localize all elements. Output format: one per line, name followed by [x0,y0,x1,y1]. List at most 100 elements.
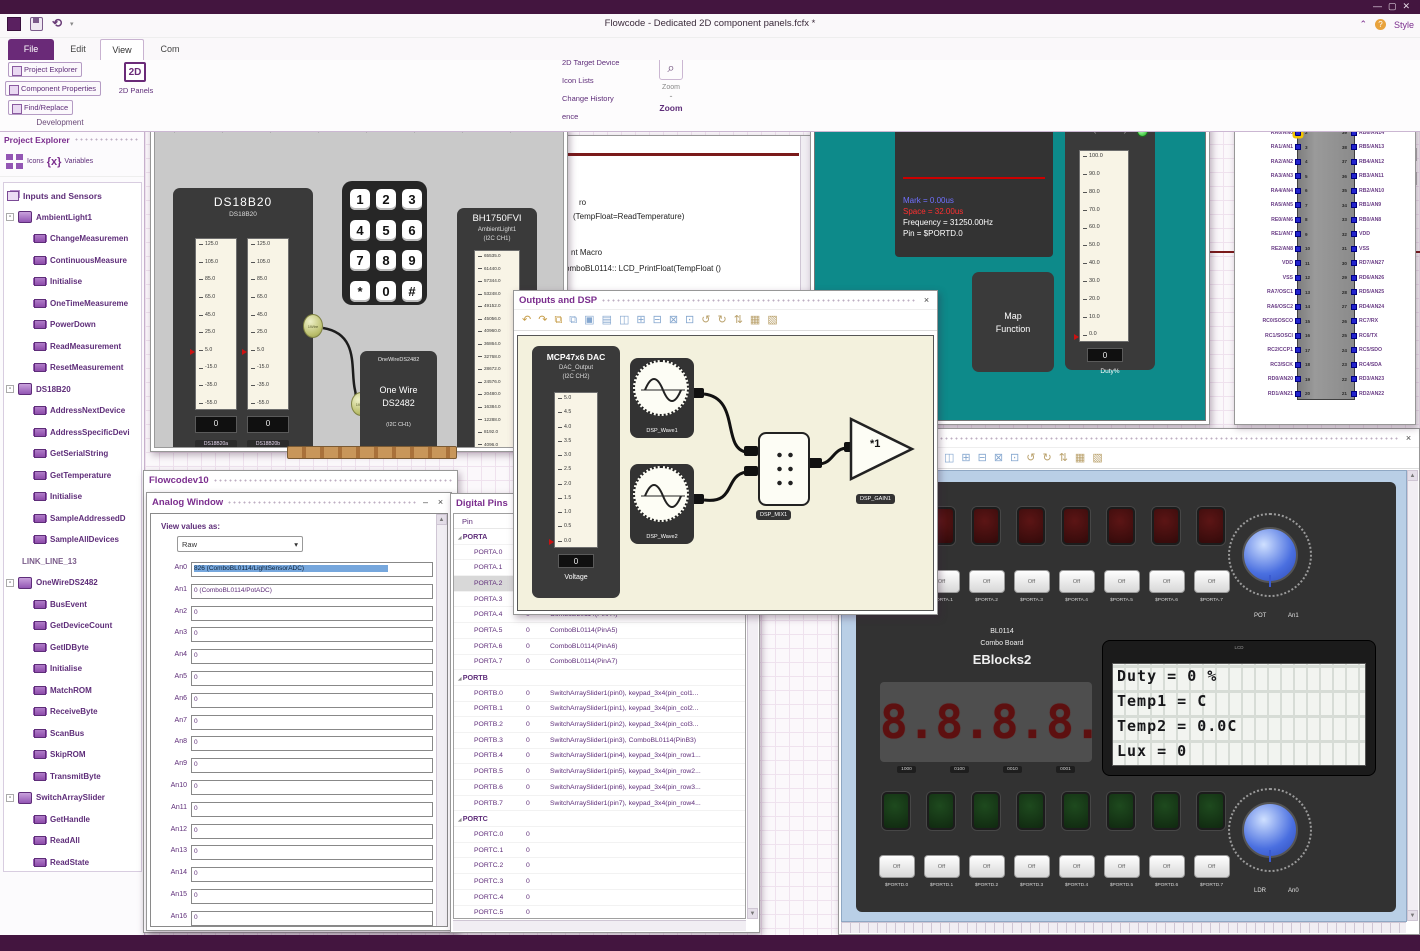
digital-pin-row[interactable]: PORTB.3 0 SwitchArraySlider1(pin3), Comb… [454,733,745,749]
toolbar-icon[interactable]: ⊞ [961,452,970,464]
find-replace-button[interactable]: Find/Replace [8,100,74,115]
toolbar-icon[interactable]: ◫ [944,452,954,464]
off-button[interactable]: Off [1193,855,1230,878]
scrollbar-horizontal[interactable] [841,922,1406,933]
off-button[interactable]: Off [1103,570,1140,593]
analog-value-field[interactable]: 0 [191,736,433,752]
digital-pin-row[interactable]: PORTB [454,670,745,686]
pwm-duty-scale[interactable]: 100.0 90.0 80.0 70.0 60.0 50.0 40.0 30.0 20.0 10.… [1079,150,1129,342]
scrollbar-vertical[interactable]: ▲ [436,514,447,926]
digital-pin-row[interactable]: PORTB.6 0 SwitchArraySlider1(pin6), keyp… [454,780,745,796]
keypad-key[interactable]: 5 [376,219,396,241]
view-mode-dropdown[interactable]: Raw ▾ [177,536,303,552]
analog-value-field[interactable]: 0 [191,867,433,883]
tree-item[interactable]: Initialise [4,271,141,293]
analog-value-field[interactable]: 0 [191,845,433,861]
tree-item[interactable]: ReadState [4,852,141,872]
keypad-key[interactable]: 8 [376,250,396,271]
off-button[interactable]: Off [1103,855,1140,878]
window-controls[interactable]: —▢✕ [1373,1,1416,12]
zoom-minus[interactable]: - [648,91,694,101]
tree-item[interactable]: BusEvent [4,594,141,616]
2d-panel-icon[interactable]: 2D [124,62,146,82]
view-check-item[interactable]: ence [562,112,657,121]
variables-icon[interactable]: {x} [47,156,62,168]
keypad-key[interactable]: 6 [402,219,422,241]
slider-arrow[interactable] [242,349,247,355]
tree-item[interactable]: OneTimeMeasureme [4,293,141,315]
expander-icon[interactable] [6,213,14,222]
slider-arrow[interactable] [1074,334,1079,340]
digital-pin-row[interactable]: PORTC [454,811,745,828]
tree-item[interactable]: MatchROM [4,680,141,702]
scroll-up-icon[interactable]: ▲ [436,514,447,525]
analog-value-field[interactable]: 0 [191,605,433,621]
toolbar-icon[interactable]: ◫ [619,314,629,326]
analog-value-field[interactable]: 0 [191,888,433,904]
toolbar-icon[interactable]: ↺ [1026,452,1035,464]
tree-item[interactable]: ResetMeasurement [4,357,141,379]
toolbar-icon[interactable]: ▧ [1092,452,1102,464]
toolbar-icon[interactable]: ⊡ [685,314,694,326]
digital-pin-row[interactable]: PORTB.4 0 SwitchArraySlider1(pin4), keyp… [454,749,745,765]
toolbar-icon[interactable]: ⊟ [978,452,987,464]
expander-icon[interactable] [6,385,14,394]
tree-item[interactable]: ContinuousMeasure [4,250,141,272]
analog-value-field[interactable]: 0 [191,823,433,839]
off-button[interactable]: Off [923,855,960,878]
component-properties-button[interactable]: Component Properties [5,81,102,96]
expander-icon[interactable] [6,578,14,587]
digital-pin-row[interactable]: PORTC.2 0 [454,858,745,875]
tree-item[interactable]: ReadAll [4,830,141,852]
tree-item[interactable]: GetHandle [4,809,141,831]
close-icon[interactable]: × [435,497,446,507]
digital-pin-row[interactable]: PORTC.4 0 [454,890,745,906]
digital-pin-row[interactable]: PORTC.1 0 [454,843,745,859]
scrollbar-vertical[interactable]: ▲ ▼ [1407,470,1418,921]
tree-item[interactable]: ScanBus [4,723,141,745]
tree-item[interactable]: SampleAddressedD [4,508,141,530]
dsp-mix-block[interactable] [758,432,810,506]
tree-item[interactable]: Initialise [4,658,141,680]
expander-icon[interactable] [6,793,14,802]
toolbar-icon[interactable]: ⊠ [994,452,1003,464]
analog-value-field[interactable]: 0 [191,801,433,817]
analog-value-field[interactable]: 0 [191,692,433,708]
tree-item[interactable]: Inputs and Sensors [4,185,141,207]
tree-item[interactable]: AmbientLight1 [4,207,141,229]
temp-scale-2[interactable]: 125.0 105.0 85.0 65.0 45.0 25.0 5.0 -15.0 -35.0 -… [247,238,289,410]
toolbar-icon[interactable]: ▣ [584,314,594,326]
dsp-wave2-block[interactable]: DSP_Wave2 [630,464,694,544]
close-icon[interactable]: × [1403,433,1414,443]
off-button[interactable]: Off [968,570,1005,593]
digital-pin-row[interactable]: PORTA.5 0 ComboBL0114(PinA5) [454,623,745,639]
toolbar-icon[interactable]: ⧉ [569,314,577,326]
tab-edit[interactable]: Edit [58,39,98,60]
tree-item[interactable]: DS18B20 [4,379,141,401]
digital-pin-row[interactable]: PORTB.7 0 SwitchArraySlider1(pin7), keyp… [454,796,745,812]
analog-value-field[interactable]: 0 [191,758,433,774]
keypad-key[interactable]: 4 [350,219,370,241]
keypad-key[interactable]: 1 [350,189,370,210]
tree-item[interactable]: PowerDown [4,314,141,336]
dsp-gain-block[interactable] [848,416,920,486]
toolbar-icon[interactable]: ↻ [1042,452,1051,464]
tree-item[interactable]: AddressNextDevice [4,400,141,422]
slider-arrow[interactable] [190,349,195,355]
keypad-key[interactable]: 7 [350,250,370,271]
toolbar-icon[interactable]: ⇅ [1059,452,1068,464]
toolbar-icon[interactable]: ↻ [717,314,726,326]
digital-pin-row[interactable]: PORTB.2 0 SwitchArraySlider1(pin2), keyp… [454,717,745,733]
close-icon[interactable]: × [921,295,932,305]
toolbar-icon[interactable]: ↺ [701,314,710,326]
off-button[interactable]: Off [1148,855,1185,878]
tree-item[interactable]: GetDeviceCount [4,615,141,637]
scroll-down-icon[interactable]: ▼ [747,908,758,919]
tree-item[interactable]: Initialise [4,486,141,508]
digital-pin-row[interactable]: PORTB.5 0 SwitchArraySlider1(pin5), keyp… [454,764,745,780]
tree-item[interactable]: TransmitByte [4,766,141,788]
view-check-item[interactable]: Icon Lists [562,76,657,85]
scroll-down-icon[interactable]: ▼ [1407,910,1418,921]
keypad-key[interactable]: 9 [402,250,422,271]
keypad-key[interactable]: 3 [402,189,422,210]
